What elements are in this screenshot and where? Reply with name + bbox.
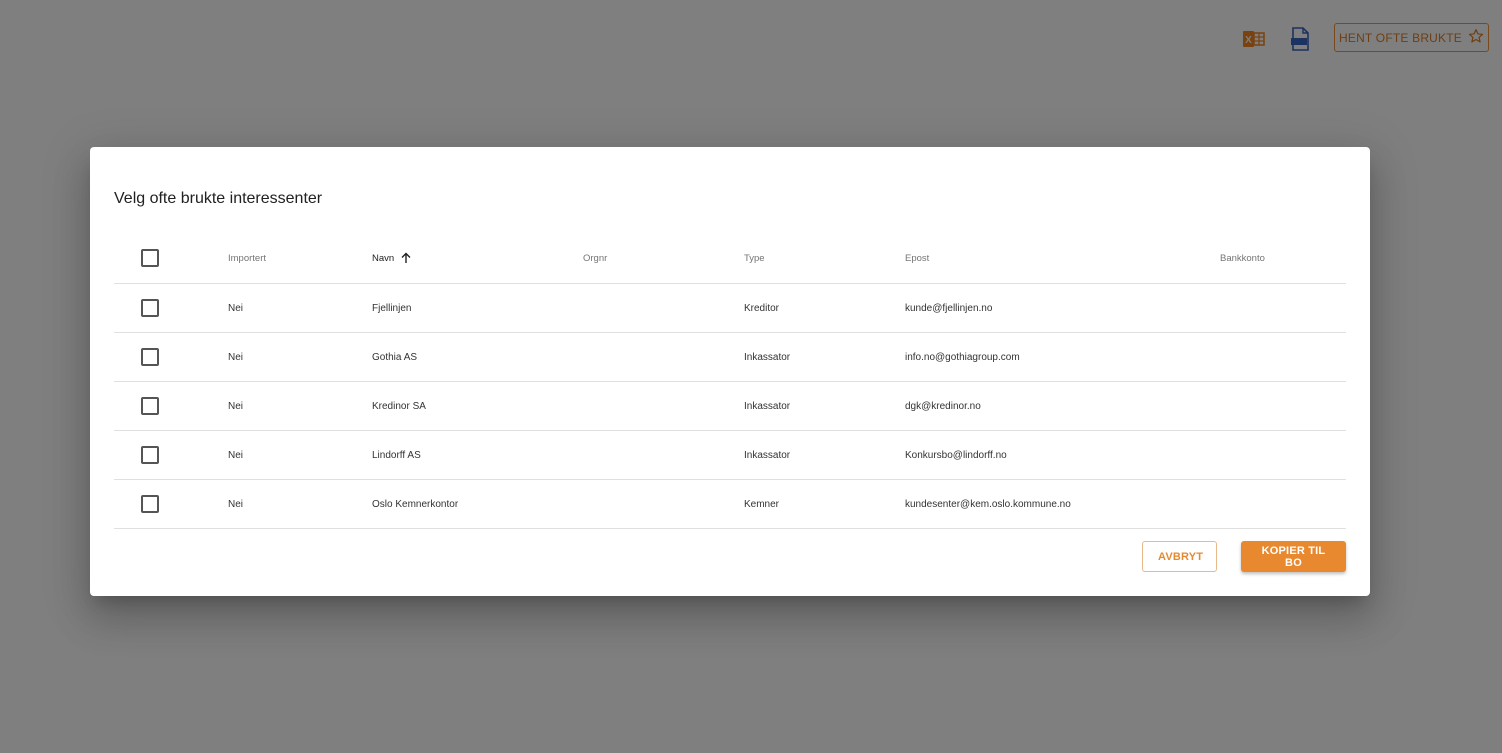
column-header-epost[interactable]: Epost [905,233,929,283]
copy-to-estate-button[interactable]: KOPIER TIL BO [1241,541,1346,572]
get-favorites-label: HENT OFTE BRUKTE [1339,30,1462,45]
cell-epost: Konkursbo@lindorff.no [905,449,1007,461]
cancel-button[interactable]: AVBRYT [1142,541,1217,572]
cell-type: Inkassator [744,351,791,363]
cell-navn: Oslo Kemnerkontor [372,498,459,510]
row-checkbox[interactable] [141,348,159,366]
cell-epost: dgk@kredinor.no [905,400,981,412]
cell-navn: Gothia AS [372,351,418,363]
cell-importert: Nei [228,351,244,363]
row-checkbox[interactable] [141,397,159,415]
cell-type: Kreditor [744,302,780,314]
column-header-bankkonto[interactable]: Bankkonto [1220,233,1265,283]
column-header-importert[interactable]: Importert [228,233,266,283]
table-row[interactable]: Nei Lindorff AS Inkassator Konkursbo@lin… [114,431,1346,480]
excel-export-icon[interactable]: X [1242,27,1266,51]
select-all-cell [141,233,159,283]
cell-importert: Nei [228,302,244,314]
cell-type: Kemner [744,498,780,510]
column-header-orgnr[interactable]: Orgnr [583,233,607,283]
row-checkbox[interactable] [141,299,159,317]
cell-epost: kunde@fjellinjen.no [905,302,993,314]
cell-navn: Lindorff AS [372,449,421,461]
cell-navn: Kredinor SA [372,400,426,412]
row-checkbox[interactable] [141,446,159,464]
cell-type: Inkassator [744,449,791,461]
row-select-cell [141,480,159,528]
row-checkbox[interactable] [141,495,159,513]
column-header-navn[interactable]: Navn [372,233,412,283]
row-select-cell [141,333,159,381]
table-row[interactable]: Nei Gothia AS Inkassator info.no@gothiag… [114,333,1346,382]
cell-epost: info.no@gothiagroup.com [905,351,1020,363]
row-select-cell [141,284,159,332]
column-header-navn-label: Navn [372,252,395,264]
table-row[interactable]: Nei Kredinor SA Inkassator dgk@kredinor.… [114,382,1346,431]
table-row[interactable]: Nei Fjellinjen Kreditor kunde@fjellinjen… [114,284,1346,333]
get-favorites-button[interactable]: HENT OFTE BRUKTE [1334,23,1489,52]
dialog-actions: AVBRYT KOPIER TIL BO [1142,541,1346,572]
cell-navn: Fjellinjen [372,302,412,314]
column-header-type[interactable]: Type [744,233,765,283]
dialog-title: Velg ofte brukte interessenter [114,190,323,207]
cell-importert: Nei [228,449,244,461]
table-row[interactable]: Nei Oslo Kemnerkontor Kemner kundesenter… [114,480,1346,529]
arrow-up-icon [400,252,412,264]
stakeholder-table: Importert Navn Orgnr Type Epost Bankkont… [114,233,1346,529]
cell-type: Inkassator [744,400,791,412]
csv-export-icon[interactable] [1288,27,1312,51]
select-favorites-dialog: Velg ofte brukte interessenter Importert… [90,147,1370,596]
star-outline-icon [1468,28,1484,47]
row-select-cell [141,431,159,479]
cell-epost: kundesenter@kem.oslo.kommune.no [905,498,1071,510]
cell-importert: Nei [228,498,244,510]
table-header: Importert Navn Orgnr Type Epost Bankkont… [114,233,1346,284]
svg-text:X: X [1245,35,1252,46]
row-select-cell [141,382,159,430]
cell-importert: Nei [228,400,244,412]
select-all-checkbox[interactable] [141,249,159,267]
